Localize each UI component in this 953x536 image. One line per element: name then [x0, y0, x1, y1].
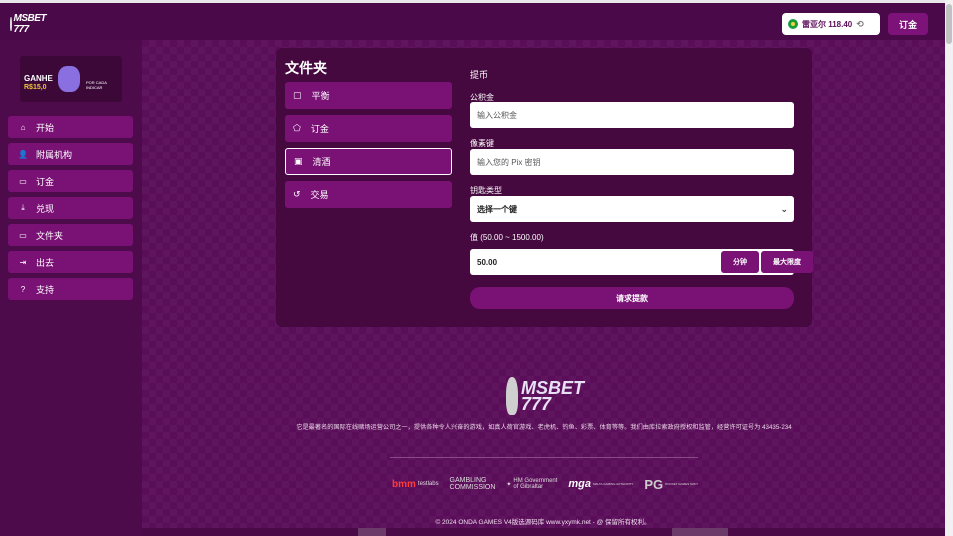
tab-balance[interactable]: ▢ 平衡 [285, 82, 452, 109]
sidebar-item-logout[interactable]: ⇥ 出去 [8, 251, 133, 273]
site-logo[interactable]: MSBET 777 [10, 13, 46, 35]
card-title: 文件夹 [285, 60, 327, 76]
sidebar-nav: ⌂ 开始 👤 附属机构 ▭ 订金 ⤓ 兑现 ▭ 文件夹 ⇥ 出去 ? 支持 [8, 116, 133, 305]
sidebar: GANHE R$15,0 POR CADA INDICAR ⌂ 开始 👤 附属机构… [0, 40, 142, 536]
sidebar-item-label: 订金 [36, 176, 55, 187]
bmm-testlabs-logo: bmm testlabs [392, 478, 439, 490]
referral-people-icon [58, 66, 80, 92]
logo-text: MSBET 777 [13, 13, 47, 35]
bottom-strip-block [358, 528, 386, 536]
amount-input[interactable]: 50.00 分钟 最大限度 [470, 249, 813, 275]
tab-withdraw[interactable]: ▣ 清酒 [285, 148, 452, 175]
sidebar-item-label: 开始 [36, 122, 55, 133]
balance-display[interactable]: 雷亚尔 118.40 ⟲ [782, 13, 880, 35]
max-amount-button[interactable]: 最大限度 [761, 251, 813, 273]
pix-key-input[interactable]: 输入您的 Pix 密钥 [470, 149, 794, 175]
sidebar-item-label: 出去 [36, 257, 55, 268]
wallet-card: 文件夹 ▢ 平衡 ⬠ 订金 ▣ 清酒 ↺ 交易 提币 公积金 输入公积金 像素键… [276, 48, 813, 327]
scrollbar[interactable] [945, 0, 953, 536]
banner-line-3: POR CADA INDICAR [86, 80, 107, 90]
balance-value: 雷亚尔 118.40 [802, 19, 853, 29]
sidebar-item-support[interactable]: ? 支持 [8, 278, 133, 300]
home-icon: ⌂ [20, 122, 26, 132]
pg-soft-logo: PG POCKET GAMES SOFT [644, 476, 698, 492]
piggy-bank-icon: ⬠ [293, 123, 301, 133]
tab-transactions[interactable]: ↺ 交易 [285, 181, 452, 208]
scrollbar-thumb[interactable] [946, 4, 952, 44]
folder-icon: ▭ [19, 230, 27, 240]
key-type-select[interactable]: 选择一个键 ⌄ [470, 196, 794, 222]
tab-label: 清酒 [312, 157, 331, 167]
footer-logo: MSBET 777 [506, 376, 584, 416]
refresh-icon[interactable]: ⟲ [856, 19, 864, 30]
tab-label: 交易 [310, 190, 329, 200]
tab-label: 订金 [310, 124, 329, 134]
sidebar-item-folder[interactable]: ▭ 文件夹 [8, 224, 133, 246]
leopard-logo-icon [506, 377, 518, 415]
amount-value: 50.00 [477, 257, 498, 267]
sidebar-item-label: 兑现 [36, 203, 55, 214]
sidebar-item-start[interactable]: ⌂ 开始 [8, 116, 133, 138]
footer-divider [390, 457, 698, 458]
logout-icon: ⇥ [19, 257, 27, 267]
min-amount-button[interactable]: 分钟 [721, 251, 759, 273]
wallet-tabs: ▢ 平衡 ⬠ 订金 ▣ 清酒 ↺ 交易 [285, 82, 452, 214]
wallet-icon: ▭ [19, 176, 27, 186]
top-bar: MSBET 777 雷亚尔 118.40 ⟲ 订金 [0, 0, 945, 40]
bottom-strip-block [672, 528, 728, 536]
sidebar-item-label: 附属机构 [36, 149, 73, 160]
key-type-selected: 选择一个键 [477, 204, 517, 214]
copyright-text: © 2024 ONDA GAMES V4版选源码库 www.yxymk.net … [435, 519, 651, 526]
sidebar-item-affiliates[interactable]: 👤 附属机构 [8, 143, 133, 165]
history-icon: ↺ [293, 189, 301, 199]
cash-icon: ▣ [294, 156, 303, 166]
brazil-flag-icon [788, 19, 798, 29]
wallet-icon: ▢ [293, 90, 302, 100]
tab-label: 平衡 [311, 91, 330, 101]
sidebar-item-withdraw[interactable]: ⤓ 兑现 [8, 197, 133, 219]
fund-input[interactable]: 输入公积金 [470, 102, 794, 128]
tab-deposit[interactable]: ⬠ 订金 [285, 115, 452, 142]
form-heading: 提币 [470, 70, 489, 80]
referral-banner[interactable]: GANHE R$15,0 POR CADA INDICAR [20, 56, 122, 102]
bottom-strip [142, 528, 945, 536]
download-icon: ⤓ [21, 203, 25, 212]
mga-logo: mga MALTA GAMING AUTHORITY [568, 478, 634, 490]
key-type-label: 钥匙类型 [470, 186, 502, 195]
leopard-logo-icon [10, 17, 12, 31]
banner-line-1: GANHE [24, 74, 53, 83]
footer-logo-text: MSBET 777 [521, 378, 584, 414]
banner-line-2: R$15,0 [24, 84, 47, 91]
crest-icon: ✦ [506, 481, 512, 488]
sidebar-item-label: 支持 [36, 284, 55, 295]
gambling-commission-logo: GAMBLING COMMISSION [449, 477, 496, 491]
sidebar-item-deposit[interactable]: ▭ 订金 [8, 170, 133, 192]
users-icon: 👤 [18, 149, 28, 159]
request-withdraw-button[interactable]: 请求提款 [470, 287, 794, 309]
deposit-button[interactable]: 订金 [888, 13, 928, 35]
pix-key-label: 像素键 [470, 139, 494, 148]
support-icon: ? [20, 284, 26, 294]
partner-logos: bmm testlabs GAMBLING COMMISSION ✦ HM Gover… [392, 474, 698, 494]
gibraltar-logo: ✦ HM Government of Gibraltar [506, 478, 558, 490]
chevron-down-icon: ⌄ [780, 203, 788, 214]
sidebar-item-label: 文件夹 [36, 230, 64, 241]
footer-description: 它是最著名的国际在线赌场运营公司之一，提供各种令人兴奋的游戏，如真人荷官游戏、老… [296, 424, 792, 431]
amount-label: 值 (50.00 ~ 1500.00) [470, 233, 544, 242]
